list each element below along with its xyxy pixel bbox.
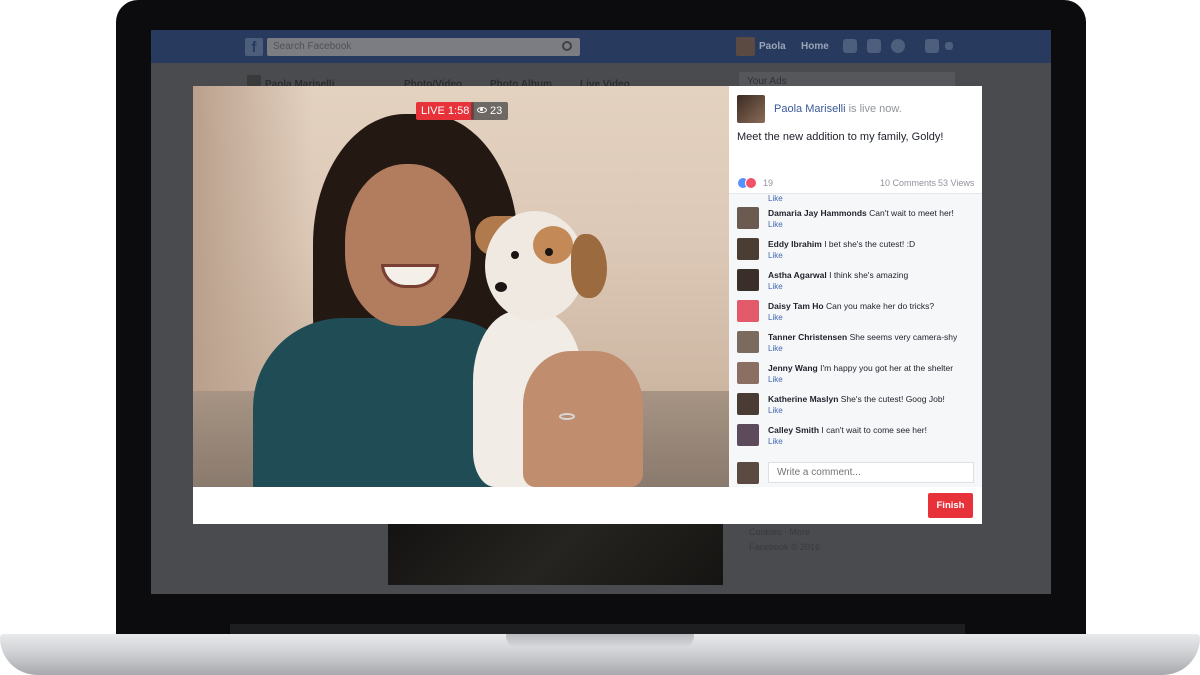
comment-author[interactable]: Tanner Christensen (768, 332, 847, 342)
comment-item: Eddy Ibrahim I bet she's the cutest! :D … (729, 234, 982, 265)
commenter-avatar[interactable] (737, 331, 759, 353)
comment-text: Astha Agarwal I think she's amazing (768, 270, 908, 280)
like-link[interactable]: Like (768, 437, 783, 446)
comment-text: Calley Smith I can't wait to come see he… (768, 425, 927, 435)
notifications-globe-icon[interactable] (891, 39, 905, 53)
laptop-notch (506, 634, 694, 648)
comment-author[interactable]: Damaria Jay Hammonds (768, 208, 867, 218)
video-ring (559, 413, 575, 420)
search-input[interactable]: Search Facebook (267, 38, 580, 56)
header-avatar[interactable] (736, 37, 755, 56)
live-video-player[interactable]: LIVE 1:58 23 (193, 86, 729, 487)
comment-text: Eddy Ibrahim I bet she's the cutest! :D (768, 239, 915, 249)
comment-body: She seems very camera-shy (847, 332, 958, 342)
commenter-avatar[interactable] (737, 393, 759, 415)
facebook-logo[interactable]: f (245, 38, 263, 56)
composer-avatar (737, 462, 759, 484)
comment-item: Astha Agarwal I think she's amazing Like (729, 265, 982, 296)
views-count: 53 Views (938, 178, 975, 188)
comment-item: Daisy Tam Ho Can you make her do tricks?… (729, 296, 982, 327)
comment-body: I think she's amazing (826, 270, 909, 280)
comment-author[interactable]: Katherine Maslyn (768, 394, 838, 404)
footer-copyright: Facebook © 2016 (749, 542, 821, 552)
video-dog-nose (495, 282, 507, 292)
comments-count-link[interactable]: 10 Comments (880, 178, 936, 188)
facebook-header: f Search Facebook Paola Home (151, 30, 1051, 63)
like-link[interactable]: Like (768, 194, 783, 203)
header-profile-link[interactable]: Paola (759, 41, 786, 52)
comment-text: Daisy Tam Ho Can you make her do tricks? (768, 301, 934, 311)
video-dog-ear-right (571, 234, 607, 298)
commenter-avatar[interactable] (737, 238, 759, 260)
comment-body: She's the cutest! Goog Job! (838, 394, 945, 404)
commenter-avatar[interactable] (737, 207, 759, 229)
post-author-link[interactable]: Paola Mariselli (774, 103, 846, 115)
video-dog-patch (533, 226, 573, 264)
like-link[interactable]: Like (768, 251, 783, 260)
commenter-avatar[interactable] (737, 300, 759, 322)
comment-item: Jenny Wang I'm happy you got her at the … (729, 358, 982, 389)
comment-author[interactable]: Astha Agarwal (768, 270, 827, 280)
commenter-avatar[interactable] (737, 362, 759, 384)
post-stats: 19 10 Comments 53 Views (729, 172, 982, 194)
video-dog-head (485, 211, 585, 321)
comment-text: Damaria Jay Hammonds Can't wait to meet … (768, 208, 954, 218)
like-link[interactable]: Like (768, 375, 783, 384)
comment-text: Katherine Maslyn She's the cutest! Goog … (768, 394, 945, 404)
post-status: is live now. (845, 103, 902, 115)
messages-icon[interactable] (867, 39, 881, 53)
like-link[interactable]: Like (768, 220, 783, 229)
post-author-avatar[interactable] (737, 95, 765, 123)
comment-item: Tanner Christensen She seems very camera… (729, 327, 982, 358)
comment-item: Katherine Maslyn She's the cutest! Goog … (729, 389, 982, 420)
comment-body: Can you make her do tricks? (823, 301, 935, 311)
comment-author[interactable]: Daisy Tam Ho (768, 301, 824, 311)
search-placeholder: Search Facebook (273, 41, 352, 52)
comment-body: I can't wait to come see her! (819, 425, 927, 435)
lock-icon[interactable] (925, 39, 939, 53)
like-link[interactable]: Like (768, 282, 783, 291)
comment-item: Calley Smith I can't wait to come see he… (729, 420, 982, 451)
comment-body: I bet she's the cutest! :D (821, 239, 916, 249)
like-link[interactable]: Like (768, 406, 783, 415)
friend-requests-icon[interactable] (843, 39, 857, 53)
comment-author[interactable]: Calley Smith (768, 425, 819, 435)
feed-photo (388, 523, 723, 585)
post-side-panel: Paola Mariselli is live now. Meet the ne… (729, 86, 982, 487)
live-video-modal: LIVE 1:58 23 Paola Mariselli is live now… (193, 86, 982, 524)
footer-links[interactable]: Cookies · More (749, 527, 810, 537)
comment-body: I'm happy you got her at the shelter (817, 363, 954, 373)
like-link[interactable]: Like (768, 344, 783, 353)
finish-button[interactable]: Finish (928, 493, 973, 518)
reaction-count[interactable]: 19 (763, 178, 773, 188)
post-text: Meet the new addition to my family, Gold… (737, 131, 944, 143)
post-header: Paola Mariselli is live now. (774, 103, 902, 115)
video-dog-eye-right (545, 248, 553, 256)
video-person-face (345, 164, 471, 326)
comment-input[interactable] (768, 462, 974, 483)
comment-body: Can't wait to meet her! (866, 208, 954, 218)
love-reaction-icon (745, 177, 757, 189)
laptop-hinge (230, 624, 965, 634)
comment-text: Tanner Christensen She seems very camera… (768, 332, 957, 342)
header-home-link[interactable]: Home (801, 41, 829, 52)
comment-composer (729, 458, 982, 487)
comment-text: Jenny Wang I'm happy you got her at the … (768, 363, 953, 373)
comments-list[interactable]: Like Damaria Jay Hammonds Can't wait to … (729, 194, 982, 487)
video-hands (523, 351, 643, 487)
like-link[interactable]: Like (768, 313, 783, 322)
comment-author[interactable]: Jenny Wang (768, 363, 818, 373)
eye-icon (477, 107, 487, 113)
search-icon[interactable] (562, 41, 572, 51)
chevron-down-icon[interactable] (945, 42, 953, 50)
commenter-avatar[interactable] (737, 269, 759, 291)
commenter-avatar[interactable] (737, 424, 759, 446)
live-timer-badge: LIVE 1:58 (416, 102, 475, 120)
comment-item: Damaria Jay Hammonds Can't wait to meet … (729, 203, 982, 234)
viewer-count-badge: 23 (471, 102, 509, 120)
comment-author[interactable]: Eddy Ibrahim (768, 239, 822, 249)
video-dog-eye-left (511, 251, 519, 259)
viewer-count: 23 (490, 105, 503, 117)
